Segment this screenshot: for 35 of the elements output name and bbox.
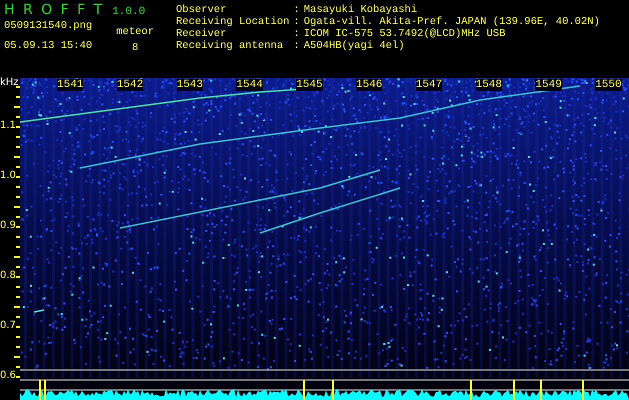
info-value: Masayuki Kobayashi: [304, 4, 418, 16]
meteor-count: 8: [132, 42, 138, 54]
axis-unit: kHz: [0, 77, 19, 88]
info-colon: :: [293, 28, 300, 40]
info-value: Ogata-vill. Akita-Pref. JAPAN (139.96E, 40.02N): [304, 16, 600, 28]
y-tick-label: 0.6: [0, 370, 16, 382]
info-colon: :: [293, 40, 300, 52]
info-value: ICOM IC-575 53.7492(@LCD)MHz USB: [304, 28, 506, 40]
time-tick-label: 1543: [176, 79, 203, 91]
info-label: Observer: [176, 4, 228, 16]
time-tick-label: 1545: [296, 79, 323, 91]
y-tick-label: 0.7: [0, 320, 16, 332]
timestamp: 05.09.13 15:40: [4, 40, 92, 52]
info-colon: :: [293, 4, 300, 16]
time-tick-label: 1548: [476, 79, 502, 91]
time-tick-label: 1541: [57, 79, 84, 91]
time-tick-label: 1546: [356, 79, 382, 91]
info-value: A504HB(yagi 4el): [304, 40, 406, 52]
file-name: 0509131540.png: [4, 20, 92, 32]
info-label: Receiving antenna: [176, 40, 284, 52]
y-tick-label: 0.8: [0, 270, 16, 282]
meteor-label: meteor: [116, 26, 154, 38]
app-version: 1.0.0: [112, 6, 146, 18]
info-label: Receiving Location: [176, 16, 290, 28]
time-tick-label: 1542: [116, 79, 144, 91]
info-colon: :: [293, 16, 300, 28]
y-tick-label: 0.9: [0, 220, 16, 232]
time-tick-label: 1549: [535, 79, 562, 91]
time-tick-label: 1550: [595, 79, 622, 91]
y-tick-label: 1.0: [0, 170, 16, 182]
app-title: H R O F F T: [4, 2, 104, 18]
time-tick-label: 1544: [236, 79, 263, 91]
time-tick-label: 1547: [416, 79, 442, 91]
y-tick-label: 1.1: [0, 120, 16, 132]
info-label: Receiver: [176, 28, 228, 40]
